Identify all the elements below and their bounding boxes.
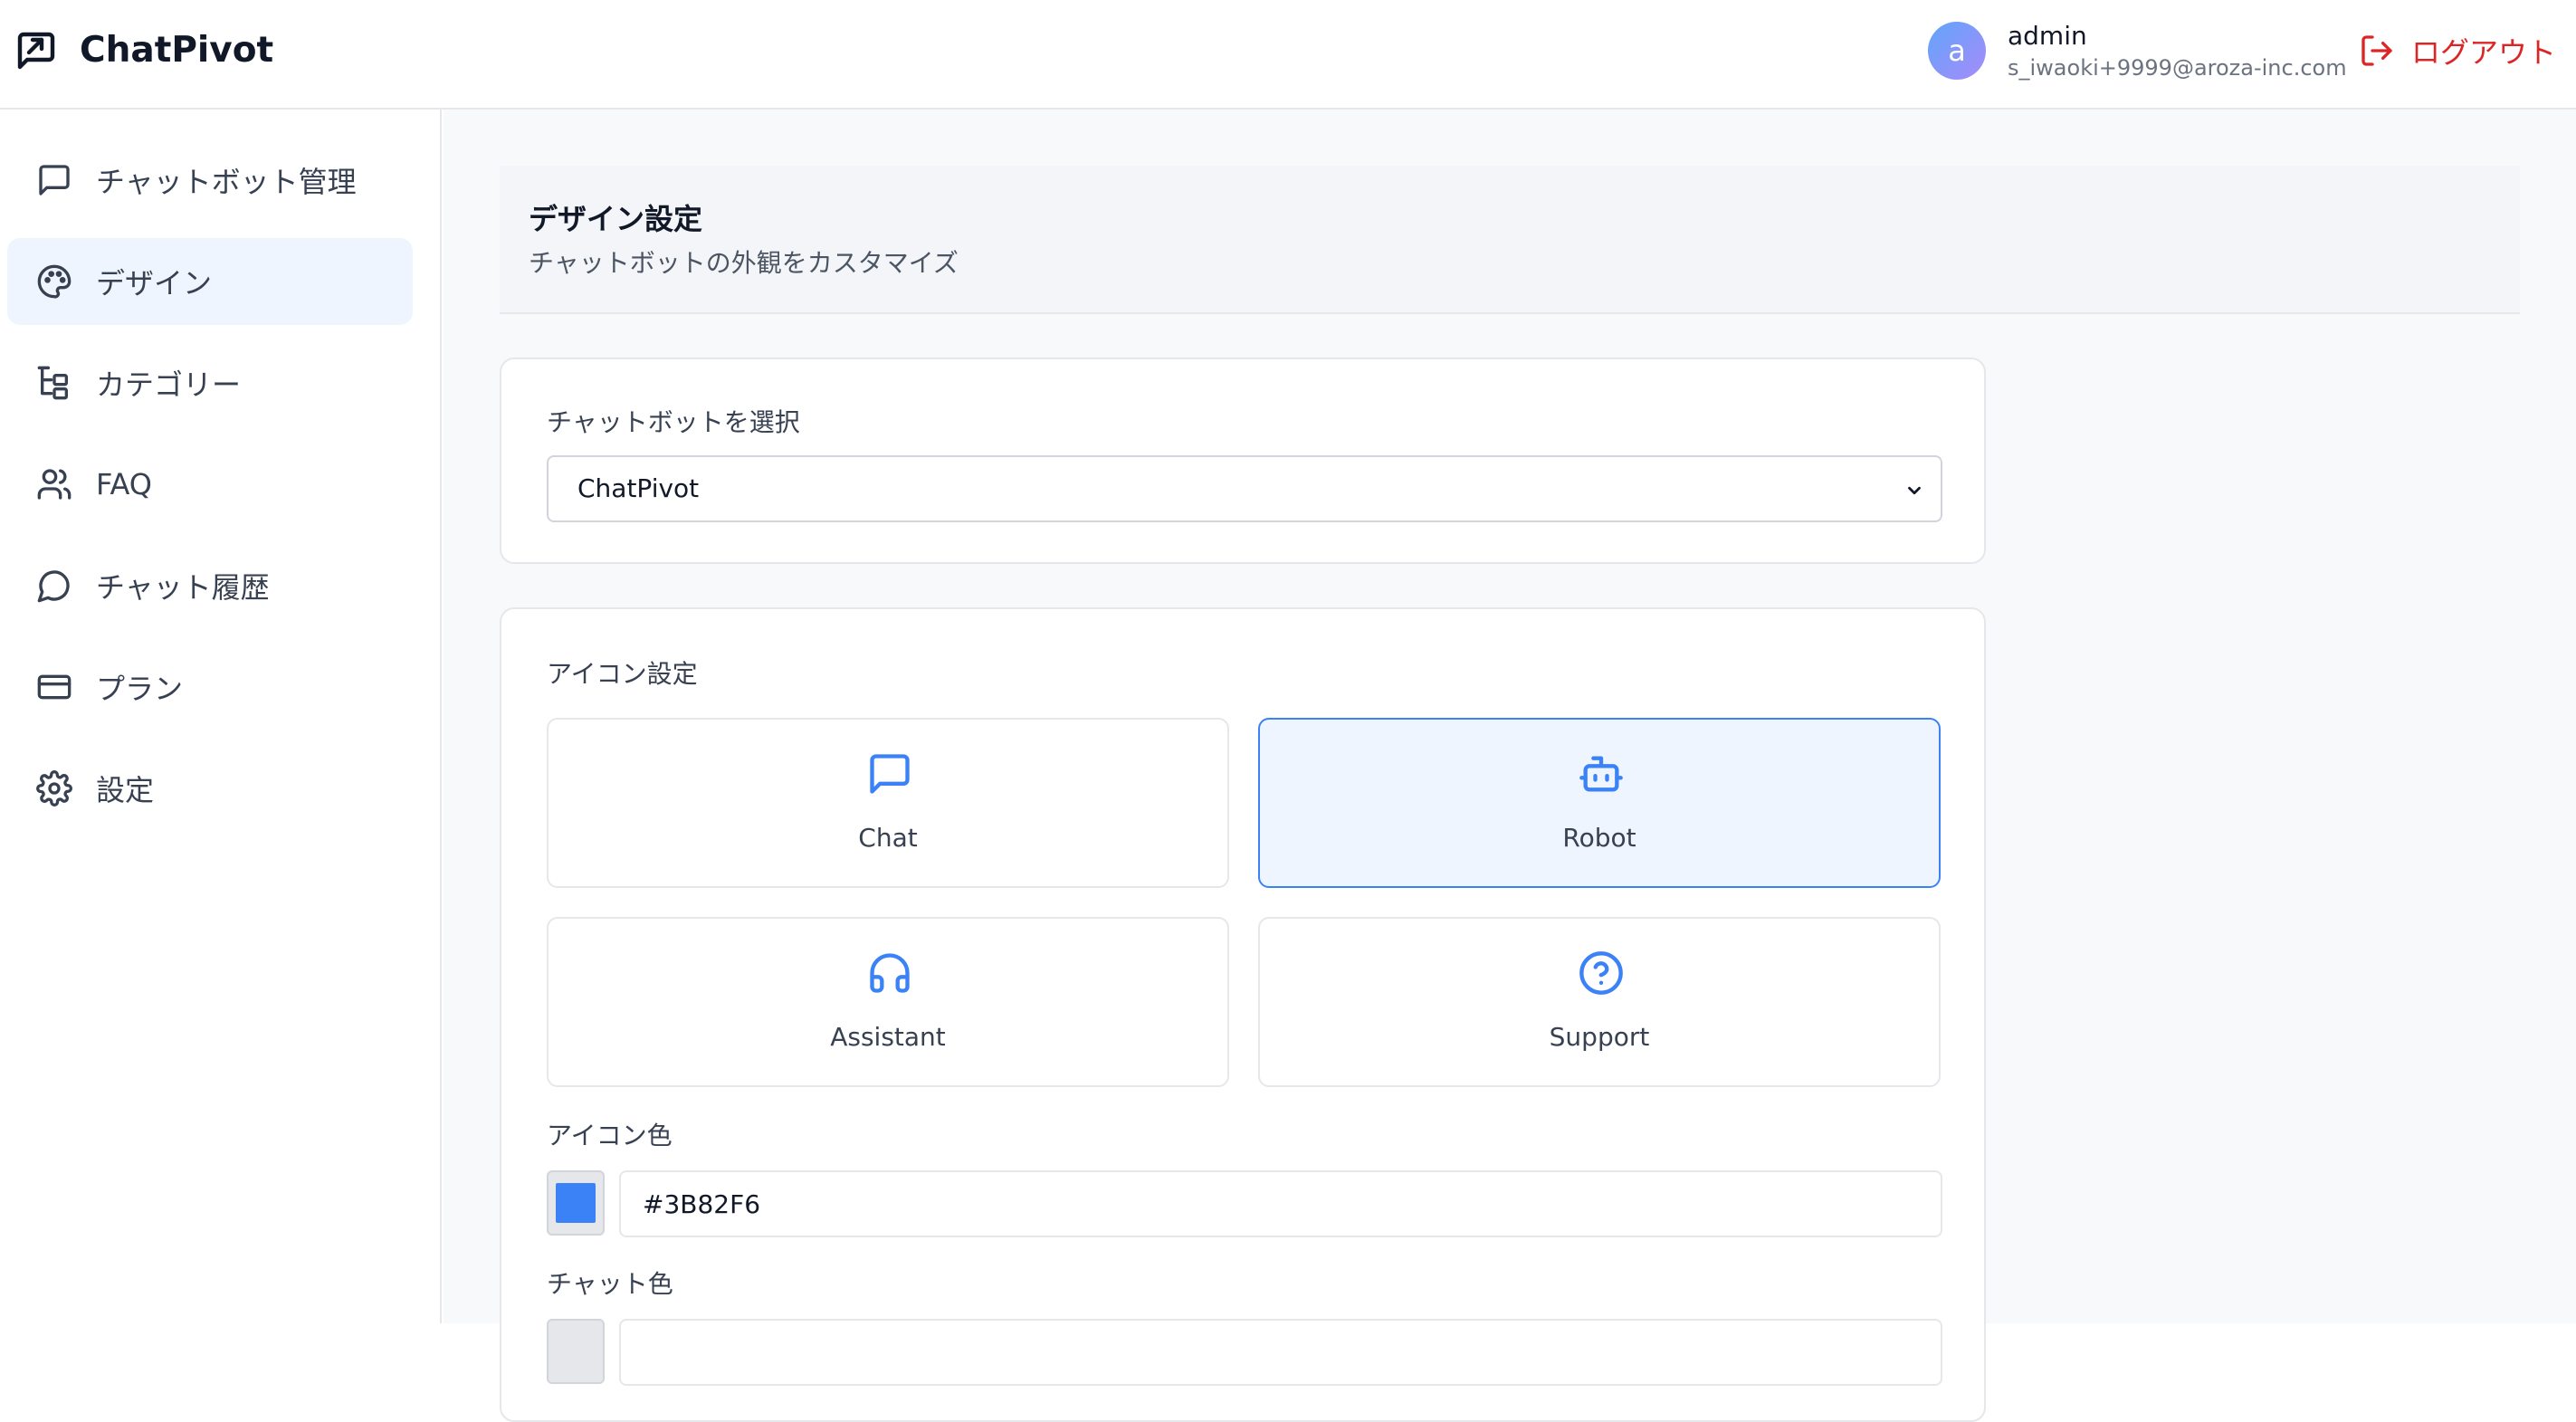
user-email: s_iwaoki+9999@aroza-inc.com xyxy=(2008,54,2347,81)
sidebar-item-chatbot-management[interactable]: チャットボット管理 xyxy=(7,137,413,224)
credit-card-icon xyxy=(36,669,72,705)
category-tree-icon xyxy=(36,365,72,401)
chatbot-select-value: ChatPivot xyxy=(577,473,699,503)
icon-option-label: Chat xyxy=(549,823,1227,853)
app-logo-icon xyxy=(14,29,58,72)
chatbot-select-card: チャットボットを選択 ChatPivot xyxy=(500,358,1986,564)
icon-option-chat[interactable]: Chat xyxy=(547,718,1229,888)
icon-settings-label: アイコン設定 xyxy=(547,654,698,691)
user-name: admin xyxy=(2008,20,2087,52)
icon-option-support[interactable]: Support xyxy=(1258,917,1941,1087)
sidebar-item-plan[interactable]: プラン xyxy=(7,644,413,730)
sidebar-item-label: チャットボット管理 xyxy=(96,159,357,201)
chevron-down-icon xyxy=(1904,481,1924,501)
chat-color-label: チャット色 xyxy=(547,1265,673,1301)
icon-color-hex-input[interactable] xyxy=(619,1170,1942,1237)
message-circle-icon xyxy=(36,568,72,604)
app-name: ChatPivot xyxy=(80,27,273,74)
sidebar-item-label: カテゴリー xyxy=(96,362,241,404)
icon-color-label: アイコン色 xyxy=(547,1116,673,1152)
top-header: ChatPivot a admin s_iwaoki+9999@aroza-in… xyxy=(0,0,2576,110)
avatar[interactable]: a xyxy=(1928,22,1986,80)
page-title: デザイン設定 xyxy=(529,196,702,238)
robot-icon xyxy=(1578,750,1625,797)
logout-label: ログアウト xyxy=(2411,30,2556,72)
sidebar-item-label: デザイン xyxy=(96,261,212,302)
sidebar-item-category[interactable]: カテゴリー xyxy=(7,339,413,426)
message-square-icon xyxy=(36,162,72,198)
icon-settings-card: アイコン設定 Chat Robot Assistant Support アイコン… xyxy=(500,607,1986,1422)
sidebar-item-faq[interactable]: FAQ xyxy=(7,441,413,528)
chat-color-hex-input[interactable] xyxy=(619,1319,1942,1386)
gear-icon xyxy=(36,770,72,806)
chatbot-select[interactable]: ChatPivot xyxy=(547,455,1942,522)
help-circle-icon xyxy=(1578,950,1625,997)
icon-color-picker[interactable] xyxy=(547,1170,605,1236)
chatbot-select-label: チャットボットを選択 xyxy=(547,403,800,439)
page-subtitle: チャットボットの外観をカスタマイズ xyxy=(529,243,959,280)
icon-color-swatch xyxy=(556,1183,596,1223)
sidebar-item-label: FAQ xyxy=(96,467,152,501)
sidebar-item-label: 設定 xyxy=(96,768,154,809)
sidebar-item-chat-history[interactable]: チャット履歴 xyxy=(7,542,413,629)
icon-option-robot[interactable]: Robot xyxy=(1258,718,1941,888)
icon-option-label: Support xyxy=(1260,1022,1939,1052)
chat-color-picker[interactable] xyxy=(547,1319,605,1384)
sidebar-item-label: プラン xyxy=(96,666,183,708)
logout-icon xyxy=(2359,33,2395,69)
sidebar-item-settings[interactable]: 設定 xyxy=(7,745,413,832)
sidebar-item-label: チャット履歴 xyxy=(96,565,270,606)
palette-icon xyxy=(36,263,72,300)
chat-color-swatch xyxy=(556,1331,596,1371)
main-content: デザイン設定 チャットボットの外観をカスタマイズ チャットボットを選択 Chat… xyxy=(444,110,2576,1323)
headphones-icon xyxy=(866,950,913,997)
message-square-icon xyxy=(866,750,913,797)
users-icon xyxy=(36,466,72,502)
icon-option-assistant[interactable]: Assistant xyxy=(547,917,1229,1087)
icon-option-label: Assistant xyxy=(549,1022,1227,1052)
icon-option-label: Robot xyxy=(1260,823,1939,853)
sidebar: チャットボット管理 デザイン カテゴリー FAQ チャット履歴 プラン 設定 xyxy=(0,110,442,1323)
page-header: デザイン設定 チャットボットの外観をカスタマイズ xyxy=(500,166,2520,314)
sidebar-item-design[interactable]: デザイン xyxy=(7,238,413,325)
logout-button[interactable]: ログアウト xyxy=(2359,29,2556,72)
